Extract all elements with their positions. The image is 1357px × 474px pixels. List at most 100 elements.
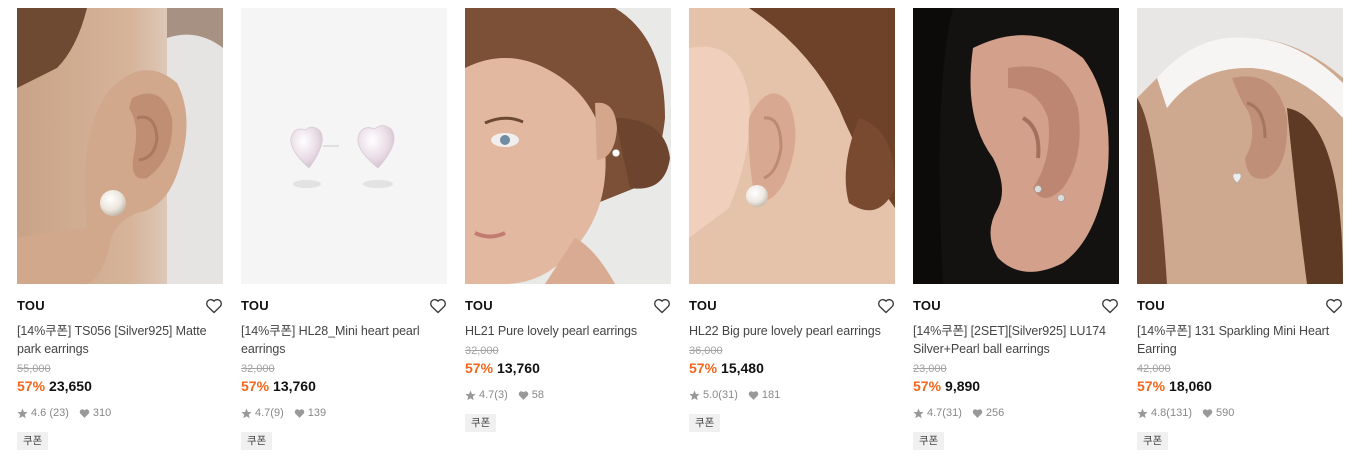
heart-filled-icon xyxy=(79,408,90,419)
wishlist-heart-icon[interactable] xyxy=(205,298,223,314)
review-stats: 4.8 (131) 590 xyxy=(1137,406,1343,420)
review-count: (3) xyxy=(494,389,508,401)
sale-price: 13,760 xyxy=(497,360,540,376)
wishlist-heart-icon[interactable] xyxy=(653,298,671,314)
heart-filled-icon xyxy=(294,408,305,419)
price-row: 57% 23,650 xyxy=(17,376,223,396)
brand-name[interactable]: TOU xyxy=(689,296,895,316)
wishlist-heart-icon[interactable] xyxy=(1325,298,1343,314)
like-count: 590 xyxy=(1215,407,1235,419)
product-name[interactable]: [14%쿠폰] HL28_Mini heart pearl earrings xyxy=(241,322,447,358)
product-name[interactable]: HL21 Pure lovely pearl earrings xyxy=(465,322,671,340)
product-image[interactable] xyxy=(17,8,223,284)
brand-name[interactable]: TOU xyxy=(241,296,447,316)
sale-price: 18,060 xyxy=(1169,378,1212,394)
price-row: 57% 13,760 xyxy=(465,358,671,378)
price-row: 57% 18,060 xyxy=(1137,376,1343,396)
like-count: 139 xyxy=(307,407,327,419)
star-icon xyxy=(241,408,252,419)
review-stats: 4.7 (31) 256 xyxy=(913,406,1119,420)
brand-name[interactable]: TOU xyxy=(1137,296,1343,316)
sale-price: 23,650 xyxy=(49,378,92,394)
discount-rate: 57% xyxy=(17,378,46,394)
review-count: (31) xyxy=(718,389,738,401)
product-image[interactable] xyxy=(241,8,447,284)
rating-value: 4.7 xyxy=(479,389,495,401)
star-icon xyxy=(689,390,700,401)
original-price: 32,000 xyxy=(465,345,499,357)
review-stats: 4.7 (3) 58 xyxy=(465,388,671,402)
original-price: 32,000 xyxy=(241,363,275,375)
discount-rate: 57% xyxy=(465,360,494,376)
brand-name[interactable]: TOU xyxy=(17,296,223,316)
product-card[interactable]: TOU [14%쿠폰] [2SET][Silver925] LU174 Silv… xyxy=(913,8,1119,450)
rating-value: 4.6 xyxy=(31,407,47,419)
heart-filled-icon xyxy=(972,408,983,419)
like-count: 58 xyxy=(531,389,544,401)
wishlist-heart-icon[interactable] xyxy=(429,298,447,314)
rating-value: 4.7 xyxy=(927,407,943,419)
coupon-badge: 쿠폰 xyxy=(241,432,273,450)
like-count: 310 xyxy=(92,407,112,419)
like-count: 256 xyxy=(985,407,1005,419)
price-row: 57% 13,760 xyxy=(241,376,447,396)
review-count: (23) xyxy=(49,407,69,419)
original-price: 42,000 xyxy=(1137,363,1171,375)
coupon-badge: 쿠폰 xyxy=(17,432,49,450)
wishlist-heart-icon[interactable] xyxy=(1101,298,1119,314)
rating-value: 4.7 xyxy=(255,407,271,419)
review-stats: 4.7 (9) 139 xyxy=(241,406,447,420)
original-price: 23,000 xyxy=(913,363,947,375)
product-photo-heart-studs xyxy=(241,8,447,284)
star-icon xyxy=(913,408,924,419)
product-photo-ear-big-pearl xyxy=(689,8,895,284)
brand-name[interactable]: TOU xyxy=(913,296,1119,316)
sale-price: 9,890 xyxy=(945,378,981,394)
star-icon xyxy=(17,408,28,419)
original-price: 36,000 xyxy=(689,345,723,357)
coupon-badge: 쿠폰 xyxy=(465,414,497,432)
product-name[interactable]: [14%쿠폰] [2SET][Silver925] LU174 Silver+P… xyxy=(913,322,1119,358)
product-card[interactable]: TOU HL21 Pure lovely pearl earrings 32,0… xyxy=(465,8,671,432)
product-image[interactable] xyxy=(465,8,671,284)
product-photo-ear-pearl xyxy=(17,8,223,284)
star-icon xyxy=(465,390,476,401)
heart-filled-icon xyxy=(748,390,759,401)
rating-value: 4.8 xyxy=(1151,407,1167,419)
discount-rate: 57% xyxy=(241,378,270,394)
review-count: (31) xyxy=(942,407,962,419)
coupon-badge: 쿠폰 xyxy=(1137,432,1169,450)
product-image[interactable] xyxy=(913,8,1119,284)
review-stats: 4.6 (23) 310 xyxy=(17,406,223,420)
review-stats: 5.0 (31) 181 xyxy=(689,388,895,402)
heart-filled-icon xyxy=(1202,408,1213,419)
product-name[interactable]: [14%쿠폰] 131 Sparkling Mini Heart Earring xyxy=(1137,322,1343,358)
sale-price: 15,480 xyxy=(721,360,764,376)
discount-rate: 57% xyxy=(913,378,942,394)
discount-rate: 57% xyxy=(1137,378,1166,394)
wishlist-heart-icon[interactable] xyxy=(877,298,895,314)
review-count: (131) xyxy=(1166,407,1192,419)
product-card[interactable]: TOU [14%쿠폰] HL28_Mini heart pearl earrin… xyxy=(241,8,447,450)
like-count: 181 xyxy=(761,389,781,401)
product-image[interactable] xyxy=(689,8,895,284)
product-card[interactable]: TOU [14%쿠폰] TS056 [Silver925] Matte park… xyxy=(17,8,223,450)
product-photo-model-face xyxy=(465,8,671,284)
original-price: 55,000 xyxy=(17,363,51,375)
discount-rate: 57% xyxy=(689,360,718,376)
sale-price: 13,760 xyxy=(273,378,316,394)
product-photo-ear-heart-stud xyxy=(1137,8,1343,284)
coupon-badge: 쿠폰 xyxy=(913,432,945,450)
product-photo-ear-ball-studs xyxy=(913,8,1119,284)
product-image[interactable] xyxy=(1137,8,1343,284)
product-grid: TOU [14%쿠폰] TS056 [Silver925] Matte park… xyxy=(0,0,1357,474)
product-name[interactable]: [14%쿠폰] TS056 [Silver925] Matte park ear… xyxy=(17,322,223,358)
product-card[interactable]: TOU [14%쿠폰] 131 Sparkling Mini Heart Ear… xyxy=(1137,8,1343,450)
rating-value: 5.0 xyxy=(703,389,719,401)
product-card[interactable]: TOU HL22 Big pure lovely pearl earrings … xyxy=(689,8,895,432)
heart-filled-icon xyxy=(518,390,529,401)
product-name[interactable]: HL22 Big pure lovely pearl earrings xyxy=(689,322,895,340)
brand-name[interactable]: TOU xyxy=(465,296,671,316)
coupon-badge: 쿠폰 xyxy=(689,414,721,432)
review-count: (9) xyxy=(270,407,284,419)
